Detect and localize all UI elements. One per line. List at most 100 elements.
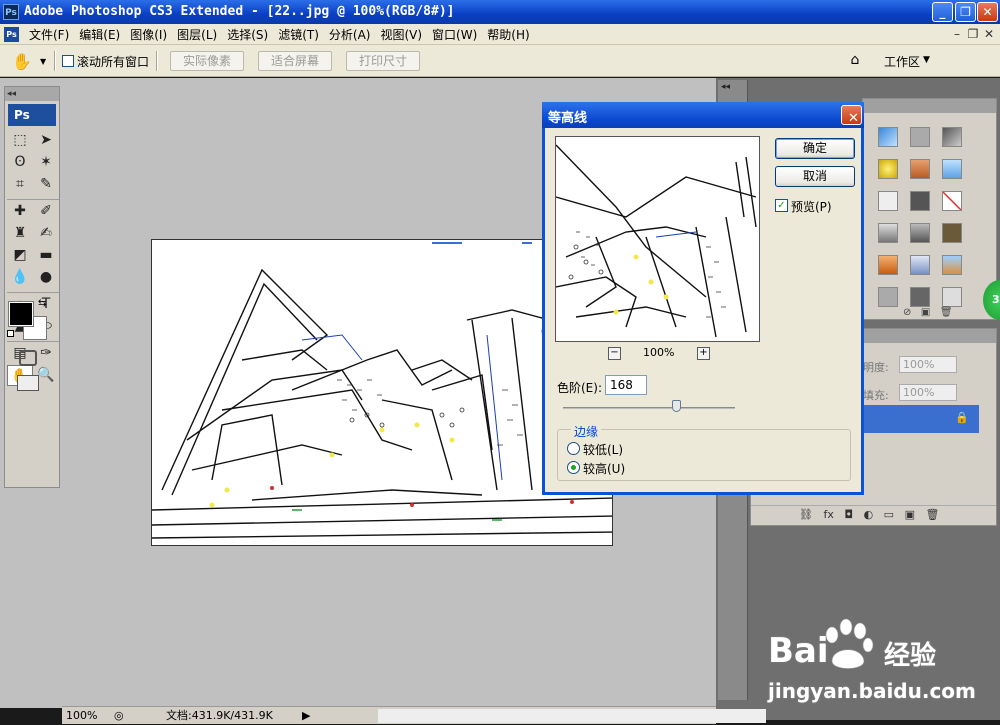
style-swatch[interactable] [942, 255, 962, 275]
style-swatch[interactable] [878, 223, 898, 243]
workspace-menu[interactable]: 工作区 [884, 53, 920, 70]
style-swatch[interactable] [910, 223, 930, 243]
style-swatch[interactable] [878, 191, 898, 211]
history-brush-icon[interactable]: ✍ [33, 223, 59, 244]
dialog-preview[interactable] [555, 136, 760, 342]
ok-button[interactable]: 确定 [775, 138, 855, 159]
toolbox-ps-badge[interactable]: Ps [8, 104, 56, 126]
lasso-icon[interactable]: ʘ [7, 152, 33, 173]
edge-high-radio[interactable] [567, 461, 580, 474]
fx-icon[interactable]: fx [823, 508, 833, 521]
fill-label: 填充: [863, 389, 889, 402]
move-icon[interactable]: ➤ [33, 130, 59, 151]
delete-layer-icon[interactable]: 🗑 [925, 508, 939, 521]
document-icon[interactable]: Ps [4, 27, 19, 42]
level-slider-track[interactable] [563, 407, 735, 409]
close-button[interactable]: ✕ [977, 2, 998, 22]
separator [7, 289, 59, 293]
menu-file[interactable]: 文件(F) [24, 27, 74, 43]
magic-wand-icon[interactable]: ✶ [33, 152, 59, 173]
level-input[interactable]: 168 [605, 375, 647, 395]
menu-select[interactable]: 选择(S) [222, 27, 273, 43]
style-swatch[interactable] [910, 287, 930, 307]
default-colors-icon[interactable] [7, 330, 14, 337]
style-swatch[interactable] [942, 127, 962, 147]
zoom-out-button[interactable]: − [608, 347, 621, 360]
style-swatch[interactable] [878, 255, 898, 275]
trace-contour-dialog: 等高线 ✕ 确定 取消 ✓ 预览(P) − 100% + 色阶(E): 168 … [542, 102, 864, 495]
menu-filter[interactable]: 滤镜(T) [273, 27, 324, 43]
doc-minimize-icon[interactable]: – [950, 27, 964, 41]
style-swatch[interactable] [878, 159, 898, 179]
chevron-down-icon[interactable]: ▼ [40, 57, 46, 66]
blur-icon[interactable]: 💧 [7, 267, 33, 288]
zoom-in-button[interactable]: + [697, 347, 710, 360]
scroll-all-windows-label: 滚动所有窗口 [77, 55, 150, 69]
eraser-icon[interactable]: ◩ [7, 245, 33, 266]
menu-analysis[interactable]: 分析(A) [324, 27, 376, 43]
swap-colors-icon[interactable]: ⇆ [38, 298, 46, 309]
style-swatch[interactable] [878, 287, 898, 307]
print-size-button[interactable]: 打印尺寸 [346, 51, 420, 71]
hand-tool-preset-icon[interactable]: ✋ [12, 52, 32, 71]
status-arrow-icon[interactable]: ▶ [302, 709, 310, 723]
style-swatch[interactable] [910, 191, 930, 211]
fill-input[interactable]: 100% [899, 384, 957, 401]
opacity-input[interactable]: 100% [899, 356, 957, 373]
chevron-down-icon[interactable]: ▼ [923, 55, 930, 65]
edge-low-radio[interactable] [567, 442, 580, 455]
style-swatch-none[interactable] [942, 191, 962, 211]
menu-view[interactable]: 视图(V) [375, 27, 427, 43]
new-layer-icon[interactable]: ▣ [905, 508, 915, 521]
menu-help[interactable]: 帮助(H) [482, 27, 534, 43]
stamp-icon[interactable]: ♜ [7, 223, 33, 244]
link-layers-icon[interactable]: ⛓ [799, 508, 813, 521]
eyedropper-icon[interactable]: ✎ [33, 174, 59, 195]
group-icon[interactable]: ▭ [884, 508, 894, 521]
gradient-icon[interactable]: ▬ [33, 245, 59, 266]
level-slider-thumb[interactable] [672, 400, 682, 412]
style-swatch[interactable] [942, 159, 962, 179]
marquee-icon[interactable]: ⬚ [7, 130, 33, 151]
menu-layer[interactable]: 图层(L) [172, 27, 222, 43]
horizontal-scrollbar[interactable] [378, 709, 766, 723]
styles-panel-footer-icons[interactable]: ⊘ ▣ 🗑 [903, 307, 953, 318]
doc-close-icon[interactable]: ✕ [982, 27, 996, 41]
screen-mode-icon[interactable] [17, 375, 39, 391]
crop-icon[interactable]: ⌗ [7, 174, 33, 195]
menu-image[interactable]: 图像(I) [125, 27, 172, 43]
actual-pixels-button[interactable]: 实际像素 [170, 51, 244, 71]
dialog-title-bar[interactable]: 等高线 ✕ [542, 102, 864, 128]
app-icon[interactable]: Ps [3, 4, 19, 20]
minimize-button[interactable]: _ [932, 2, 953, 22]
style-swatch[interactable] [878, 127, 898, 147]
style-swatch[interactable] [910, 159, 930, 179]
brush-icon[interactable]: ✐ [33, 201, 59, 222]
doc-restore-icon[interactable]: ❐ [966, 27, 980, 41]
status-menu-icon[interactable]: ◎ [114, 709, 124, 723]
styles-panel-header[interactable] [863, 99, 996, 113]
status-zoom[interactable]: 100% [66, 709, 97, 723]
adjustment-icon[interactable]: ◐ [864, 508, 874, 521]
healing-icon[interactable]: ✚ [7, 201, 33, 222]
quick-mask-icon[interactable] [19, 350, 37, 366]
toolbox-collapse-icon[interactable]: ◂◂ [5, 87, 59, 101]
dialog-close-button[interactable]: ✕ [841, 105, 862, 126]
style-swatch[interactable] [910, 255, 930, 275]
style-swatch[interactable] [942, 287, 962, 307]
cancel-button[interactable]: 取消 [775, 166, 855, 187]
bridge-icon[interactable]: ⌂ [842, 52, 868, 70]
panel-expand-icon[interactable]: ◂◂ [721, 82, 730, 92]
options-bar: ✋ ▼ 滚动所有窗口 实际像素 适合屏幕 打印尺寸 ⌂ 工作区 ▼ [0, 45, 1000, 77]
scroll-all-windows-checkbox[interactable] [62, 55, 74, 67]
fit-screen-button[interactable]: 适合屏幕 [258, 51, 332, 71]
mask-icon[interactable]: ◘ [844, 508, 853, 521]
menu-edit[interactable]: 编辑(E) [74, 27, 125, 43]
style-swatch[interactable] [942, 223, 962, 243]
preview-checkbox[interactable]: ✓ [775, 199, 788, 212]
menu-window[interactable]: 窗口(W) [427, 27, 482, 43]
style-swatch[interactable] [910, 127, 930, 147]
foreground-color-swatch[interactable] [8, 301, 34, 327]
dodge-icon[interactable]: ● [33, 267, 59, 288]
maximize-button[interactable]: ❐ [955, 2, 976, 22]
